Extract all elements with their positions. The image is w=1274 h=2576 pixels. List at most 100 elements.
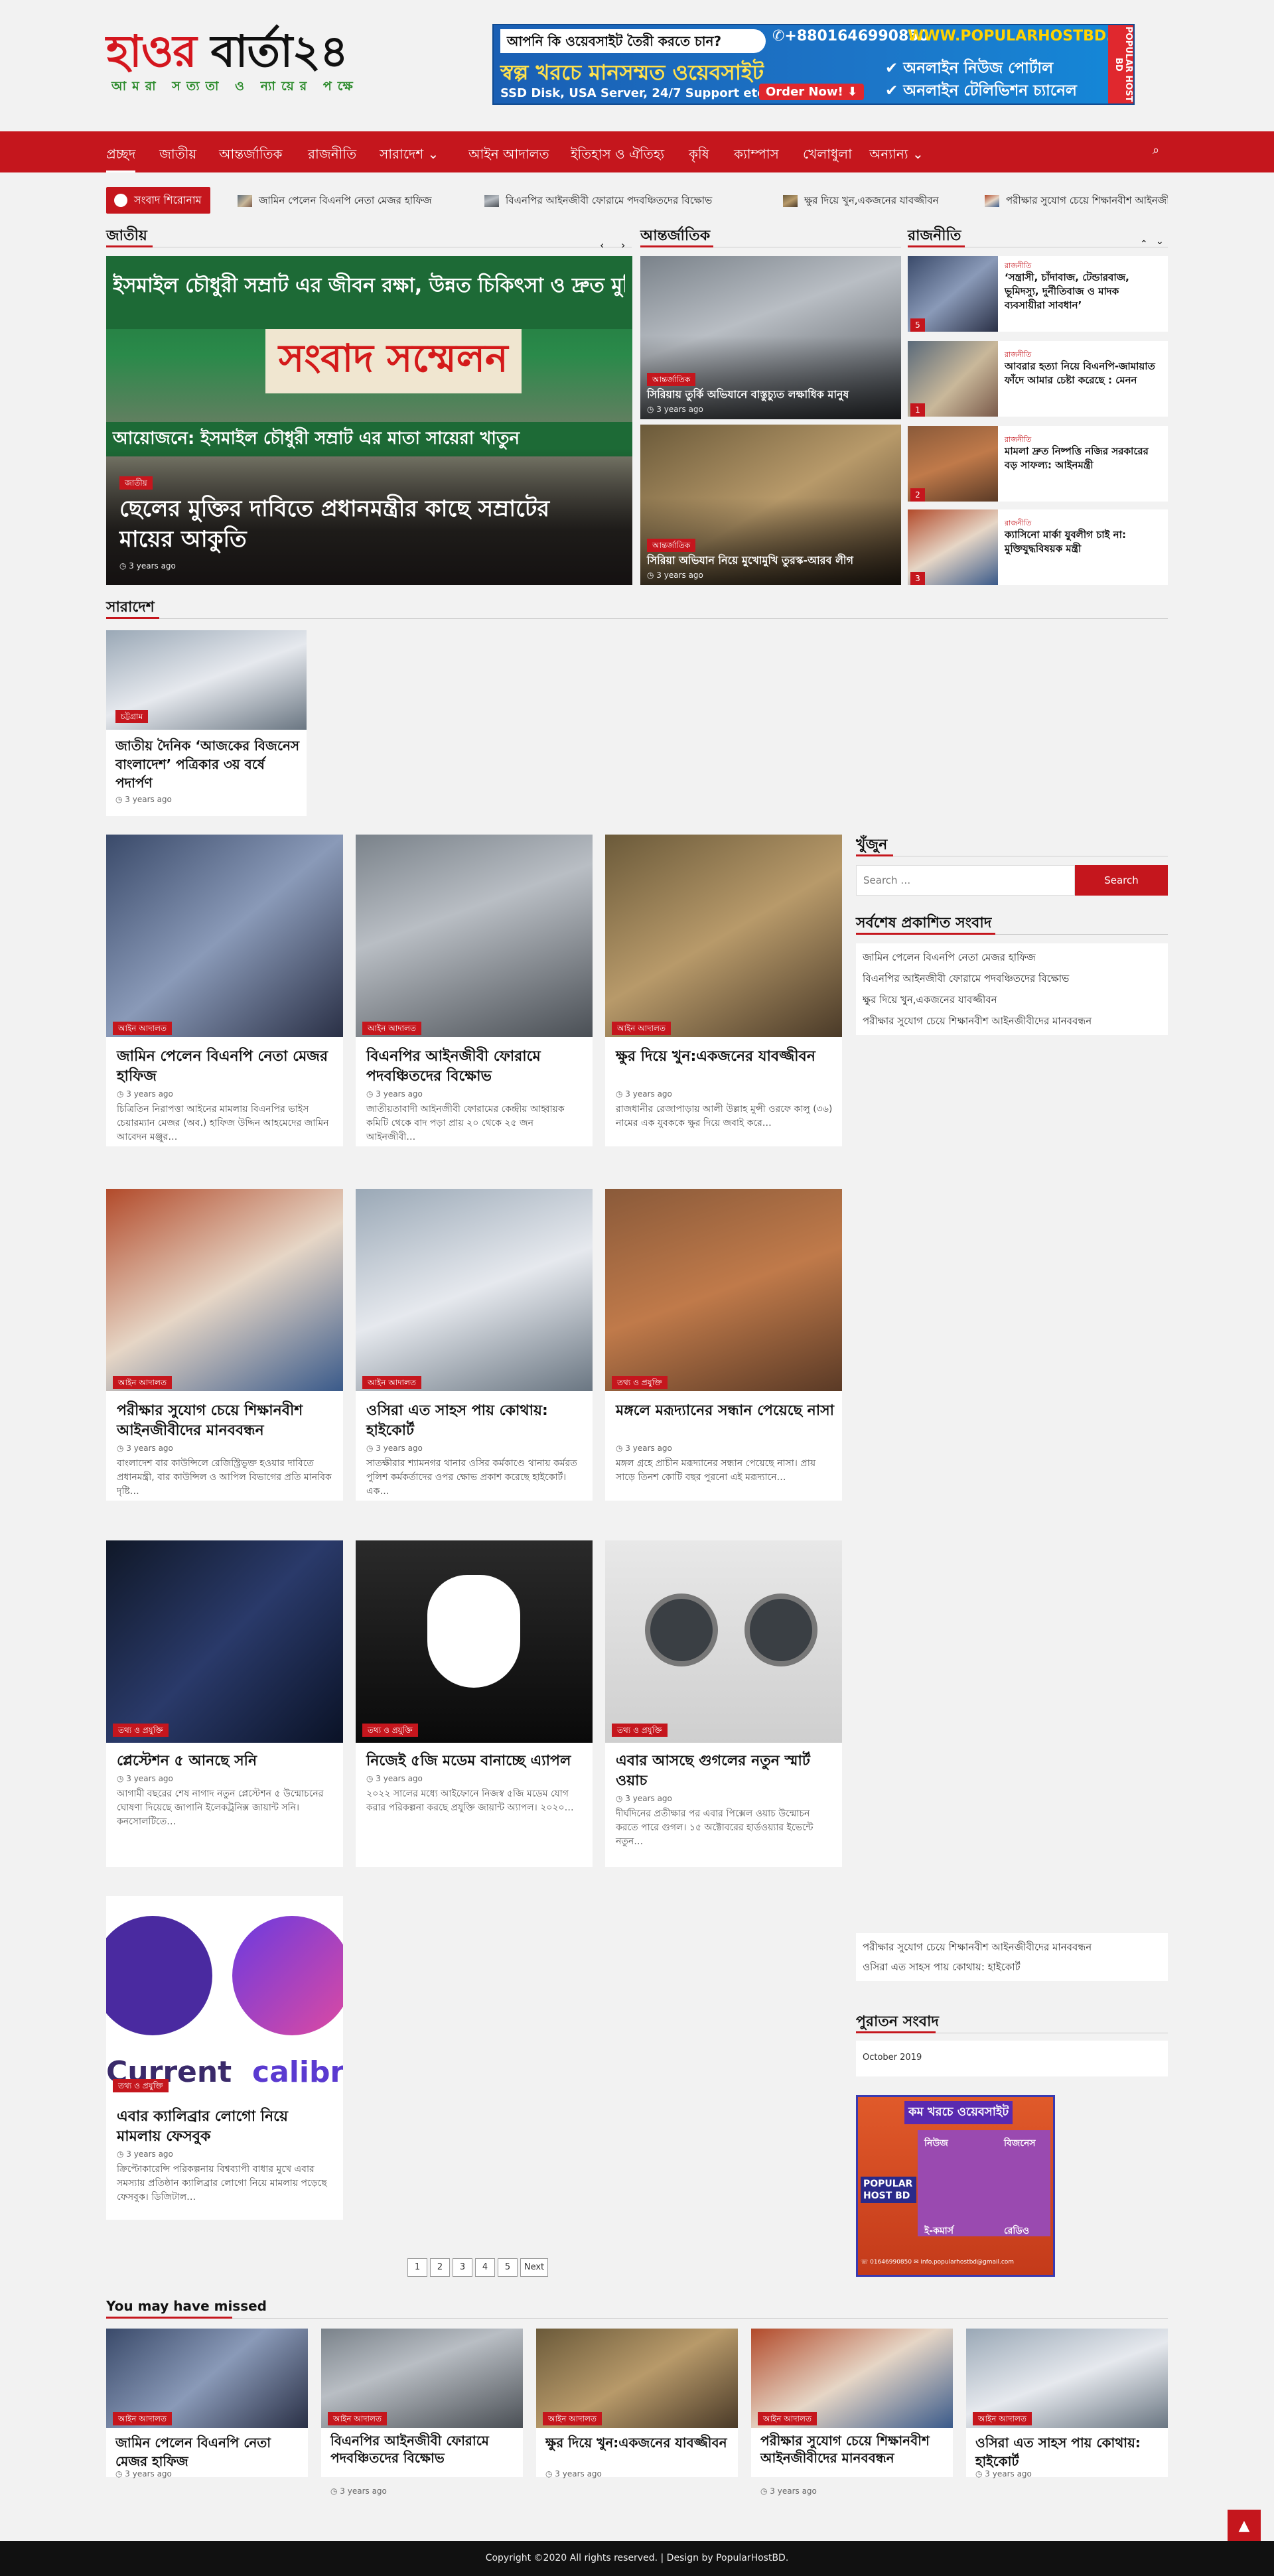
category-badge[interactable]: আন্তর্জাতিক: [647, 539, 696, 552]
category-badge[interactable]: আইন আদালত: [328, 2412, 387, 2425]
header-ad-banner[interactable]: আপনি কি ওয়েবসাইট তৈরী করতে চান? ✆+88016…: [492, 24, 1135, 105]
ticker-item[interactable]: ক্ষুর দিয়ে খুন,একজনের যাবজ্জীবন: [804, 187, 939, 214]
post-card[interactable]: তথ্য ও প্রযুক্তি নিজেই ৫জি মডেম বানাচ্ছে…: [356, 1540, 593, 1867]
nav-item-campus[interactable]: ক্যাম্পাস: [734, 145, 779, 167]
category-badge[interactable]: তথ্য ও প্রযুক্তি: [113, 1724, 169, 1737]
ad-order-button[interactable]: Order Now! ⬇: [759, 84, 865, 100]
nav-item-country[interactable]: সারাদেশ ⌄: [380, 145, 439, 167]
category-badge[interactable]: আইন আদালত: [362, 1376, 421, 1389]
post-card[interactable]: আইন আদালত বিএনপির আইনজীবী ফোরামে পদবঞ্চি…: [356, 835, 593, 1146]
category-badge[interactable]: তথ্য ও প্রযুক্তি: [612, 1376, 668, 1389]
category-badge[interactable]: আইন আদালত: [612, 1022, 671, 1035]
category-badge[interactable]: চট্টগ্রাম: [115, 710, 149, 723]
nav-item-national[interactable]: জাতীয়: [159, 145, 196, 167]
search-icon[interactable]: ⌕: [1153, 143, 1168, 159]
card-title[interactable]: জামিন পেলেন বিএনপি নেতা মেজর হাফিজ: [117, 1047, 336, 1087]
post-card[interactable]: তথ্য ও প্রযুক্তি মঙ্গলে মরূদ্যানের সন্ধা…: [605, 1189, 842, 1501]
nav-item-politics[interactable]: রাজনীতি: [308, 145, 356, 167]
search-field[interactable]: [857, 866, 1074, 895]
chevron-down-icon[interactable]: ⌄: [1156, 236, 1164, 247]
chevron-left-icon[interactable]: ‹: [600, 239, 604, 251]
card-title[interactable]: এবার ক্যালিব্রার লোগো নিয়ে মামলায় ফেসব…: [117, 2107, 336, 2147]
category-badge[interactable]: আইন আদালত: [113, 2412, 172, 2425]
politics-item[interactable]: 3 রাজনীতি ক্যাসিনো মার্কা যুবলীগ চাই না:…: [908, 509, 1168, 585]
latest-link[interactable]: বিএনপির আইনজীবী ফোরামে পদবঞ্চিতদের বিক্ষ…: [863, 971, 1069, 988]
featured-title[interactable]: ছেলের মুক্তির দাবিতে প্রধানমন্ত্রীর কাছে…: [119, 494, 597, 555]
politics-title[interactable]: ‘সন্ত্রাসী, চাঁদাবাজ, টেন্ডারবাজ, ভূমিদস…: [1005, 271, 1161, 312]
intl-title[interactable]: সিরিয়ায় তুর্কি অভিযানে বাস্তুচ্যুত লক্…: [647, 387, 892, 402]
page-link[interactable]: 3: [453, 2258, 472, 2277]
ticker-item[interactable]: বিএনপির আইনজীবী ফোরামে পদবঞ্চিতদের বিক্ষ…: [506, 187, 712, 214]
next-page-link[interactable]: Next: [520, 2258, 548, 2277]
page-link[interactable]: 1: [407, 2258, 427, 2277]
latest-link[interactable]: পরীক্ষার সুযোগ চেয়ে শিক্ষানবীশ আইনজীবীদ…: [863, 1014, 1092, 1030]
card-title[interactable]: ওসিরা এত সাহস পায় কোথায়: হাইকোর্ট: [366, 1401, 585, 1441]
country-card[interactable]: চট্টগ্রাম জাতীয় দৈনিক ‘আজকের বিজনেস বাং…: [106, 630, 307, 816]
category-badge[interactable]: আন্তর্জাতিক: [647, 373, 696, 386]
missed-card[interactable]: আইন আদালত বিএনপির আইনজীবী ফোরামে পদবঞ্চি…: [321, 2329, 523, 2496]
category-badge[interactable]: আইন আদালত: [543, 2412, 602, 2425]
nav-item-history[interactable]: ইতিহাস ও ঐতিহ্য: [571, 145, 664, 167]
post-card[interactable]: তথ্য ও প্রযুক্তি প্লেস্টেশন ৫ আনছে সনি ◷…: [106, 1540, 343, 1867]
intl-title[interactable]: সিরিয়া অভিযান নিয়ে মুখোমুখি তুরস্ক-আরব…: [647, 553, 892, 568]
category-badge[interactable]: আইন আদালত: [758, 2412, 817, 2425]
politics-item[interactable]: 2 রাজনীতি মামলা দ্রুত নিষ্পত্তি নজির সরক…: [908, 426, 1168, 502]
post-card[interactable]: আইন আদালত পরীক্ষার সুযোগ চেয়ে শিক্ষানবী…: [106, 1189, 343, 1501]
card-title[interactable]: মঙ্গলে মরূদ্যানের সন্ধান পেয়েছে নাসা: [616, 1401, 835, 1421]
nav-item-agriculture[interactable]: কৃষি: [689, 145, 709, 167]
category-badge[interactable]: তথ্য ও প্রযুক্তি: [113, 2079, 169, 2092]
sidebar-ad[interactable]: কম খরচে ওয়েবসাইট নিউজ বিজনেস ই-কমার্স র…: [856, 2095, 1055, 2277]
card-title[interactable]: এবার আসছে গুগলের নতুন স্মার্ট ওয়াচ: [616, 1751, 835, 1791]
missed-card[interactable]: আইন আদালত জামিন পেলেন বিএনপি নেতা মেজর হ…: [106, 2329, 308, 2478]
card-title[interactable]: জাতীয় দৈনিক ‘আজকের বিজনেস বাংলাদেশ’ পত্…: [115, 736, 301, 792]
politics-title[interactable]: ক্যাসিনো মার্কা যুবলীগ চাই না: মুক্তিযুদ…: [1005, 528, 1161, 556]
latest-link[interactable]: ক্ষুর দিয়ে খুন,একজনের যাবজ্জীবন: [863, 992, 997, 1009]
post-card[interactable]: আইন আদালত ক্ষুর দিয়ে খুন:একজনের যাবজ্জী…: [605, 835, 842, 1146]
ticker-item[interactable]: পরীক্ষার সুযোগ চেয়ে শিক্ষানবীশ আইনজীবীদ…: [1006, 187, 1168, 214]
search-button[interactable]: Search: [1075, 865, 1168, 896]
politics-title[interactable]: মামলা দ্রুত নিষ্পত্তি নজির সরকারের বড় স…: [1005, 444, 1161, 472]
post-card[interactable]: আইন আদালত ওসিরা এত সাহস পায় কোথায়: হাই…: [356, 1189, 593, 1501]
nav-item-sports[interactable]: খেলাধুলা: [803, 145, 852, 167]
chevron-right-icon[interactable]: ›: [621, 239, 625, 251]
intl-card[interactable]: আন্তর্জাতিক সিরিয়ায় তুর্কি অভিযানে বাস…: [640, 256, 901, 419]
archive-link[interactable]: October 2019: [863, 2053, 922, 2063]
card-title[interactable]: নিজেই ৫জি মডেম বানাচ্ছে এ্যাপল: [366, 1751, 585, 1771]
nav-item-others[interactable]: অন্যান্য ⌄: [869, 145, 924, 167]
nav-item-law[interactable]: আইন আদালত: [468, 145, 549, 167]
chevron-up-icon[interactable]: ⌃: [1140, 239, 1148, 249]
ticker-item[interactable]: জামিন পেলেন বিএনপি নেতা মেজর হাফিজ: [259, 187, 432, 214]
category-badge[interactable]: আইন আদালত: [973, 2412, 1032, 2425]
nav-item-international[interactable]: আন্তর্জাতিক: [219, 145, 283, 167]
card-title[interactable]: পরীক্ষার সুযোগ চেয়ে শিক্ষানবীশ আইনজীবীদ…: [117, 1401, 336, 1441]
scroll-to-top-button[interactable]: ▲: [1228, 2510, 1261, 2543]
featured-image[interactable]: ইসমাইল চৌধুরী সম্রাট এর জীবন রক্ষা, উন্ন…: [106, 256, 632, 585]
category-badge[interactable]: আইন আদালত: [362, 1022, 421, 1035]
nav-item-home[interactable]: প্রচ্ছদ: [106, 145, 136, 172]
card-title[interactable]: ক্ষুর দিয়ে খুন:একজনের যাবজ্জীবন: [616, 1047, 835, 1067]
post-card[interactable]: তথ্য ও প্রযুক্তি এবার আসছে গুগলের নতুন স…: [605, 1540, 842, 1867]
category-badge[interactable]: জাতীয়: [119, 476, 153, 490]
category-badge[interactable]: তথ্য ও প্রযুক্তি: [362, 1724, 418, 1737]
card-title[interactable]: বিএনপির আইনজীবী ফোরামে পদবঞ্চিতদের বিক্ষ…: [330, 2432, 516, 2467]
page-link[interactable]: 4: [475, 2258, 495, 2277]
site-logo[interactable]: হাওর বার্তা২৪ আমরা সত্যতা ও ন্যায়ের পক্…: [106, 24, 451, 97]
page-link[interactable]: 5: [498, 2258, 518, 2277]
politics-title[interactable]: আবরার হত্যা নিয়ে বিএনপি-জামায়াত ফাঁদে …: [1005, 360, 1161, 387]
category-badge[interactable]: তথ্য ও প্রযুক্তি: [612, 1724, 668, 1737]
latest-link[interactable]: জামিন পেলেন বিএনপি নেতা মেজর হাফিজ: [863, 950, 1036, 967]
latest-link[interactable]: পরীক্ষার সুযোগ চেয়ে শিক্ষানবীশ আইনজীবীদ…: [863, 1940, 1092, 1956]
post-card[interactable]: Current calibra তথ্য ও প্রযুক্তি এবার ক্…: [106, 1896, 343, 2220]
missed-card[interactable]: আইন আদালত ক্ষুর দিয়ে খুন:একজনের যাবজ্জী…: [536, 2329, 738, 2478]
card-title[interactable]: ওসিরা এত সাহস পায় কোথায়: হাইকোর্ট: [975, 2433, 1161, 2471]
search-input[interactable]: [856, 865, 1075, 896]
missed-card[interactable]: আইন আদালত ওসিরা এত সাহস পায় কোথায়: হাই…: [966, 2329, 1168, 2478]
category-badge[interactable]: আইন আদালত: [113, 1022, 172, 1035]
card-title[interactable]: প্লেস্টেশন ৫ আনছে সনি: [117, 1751, 336, 1771]
intl-card[interactable]: আন্তর্জাতিক সিরিয়া অভিযান নিয়ে মুখোমুখ…: [640, 425, 901, 585]
card-title[interactable]: ক্ষুর দিয়ে খুন:একজনের যাবজ্জীবন: [545, 2433, 731, 2452]
card-title[interactable]: জামিন পেলেন বিএনপি নেতা মেজর হাফিজ: [115, 2433, 301, 2471]
politics-item[interactable]: 5 রাজনীতি ‘সন্ত্রাসী, চাঁদাবাজ, টেন্ডারব…: [908, 256, 1168, 332]
politics-item[interactable]: 1 রাজনীতি আবরার হত্যা নিয়ে বিএনপি-জামায…: [908, 341, 1168, 417]
page-link[interactable]: 2: [430, 2258, 450, 2277]
